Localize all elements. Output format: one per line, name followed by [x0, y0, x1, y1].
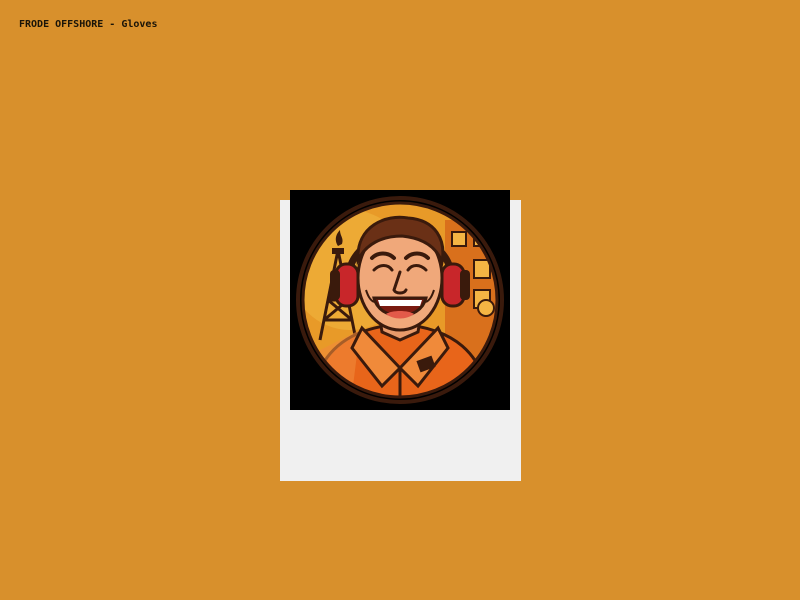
product-image[interactable] — [290, 190, 510, 410]
page-title: FRODE OFFSHORE - Gloves — [19, 19, 158, 30]
offshore-worker-portrait-icon — [296, 196, 504, 404]
